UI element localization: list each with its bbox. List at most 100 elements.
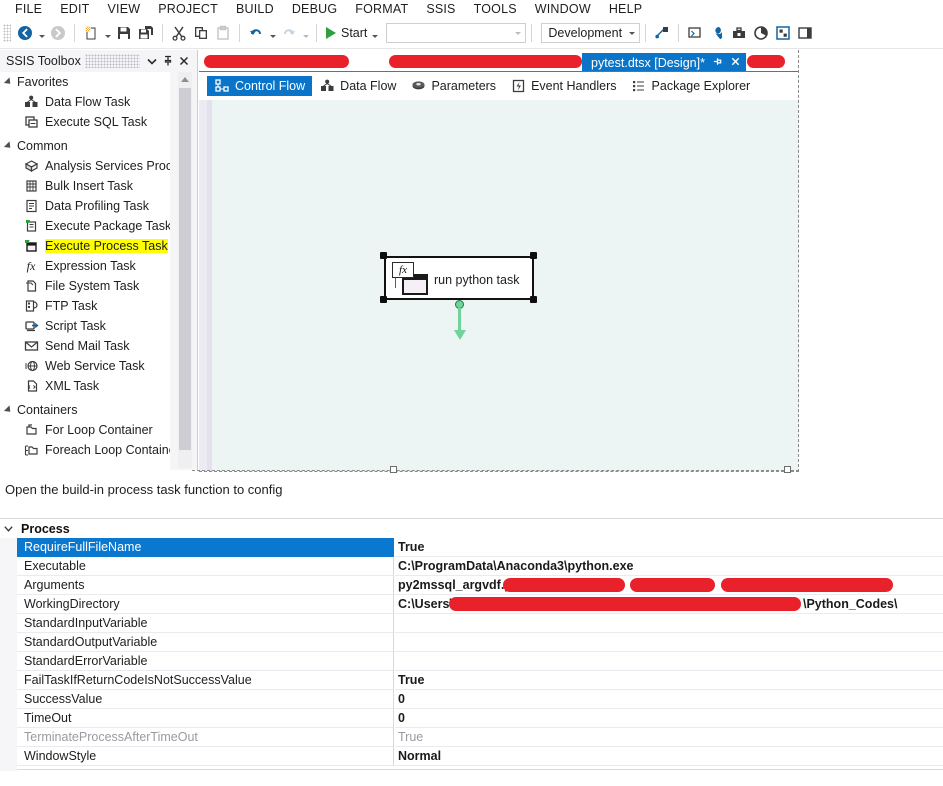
menu-item-format[interactable]: FORMAT (346, 0, 417, 18)
layout-icon[interactable] (772, 22, 794, 44)
resize-handle[interactable] (380, 252, 387, 259)
table-row[interactable]: WindowStyle Normal (0, 747, 943, 766)
tab-control-flow[interactable]: Control Flow (207, 76, 313, 96)
tab-parameters[interactable]: Parameters (403, 76, 503, 96)
splitter-handle[interactable] (390, 466, 397, 473)
toolbar-grip[interactable] (3, 24, 11, 42)
toolbox-item-foreach-loop-container[interactable]: Foreach Loop Container (0, 440, 170, 460)
resize-handle[interactable] (380, 296, 387, 303)
tab-data-flow[interactable]: Data Flow (312, 76, 403, 96)
menu-item-edit[interactable]: EDIT (51, 0, 98, 18)
toolbox-item-execute-sql-task[interactable]: Execute SQL Task (0, 112, 170, 132)
attach-icon[interactable] (651, 22, 673, 44)
menu-item-view[interactable]: VIEW (98, 0, 149, 18)
property-value[interactable] (395, 652, 943, 671)
column-divider[interactable] (393, 709, 394, 728)
menu-item-debug[interactable]: DEBUG (283, 0, 346, 18)
chevron-down-icon[interactable] (0, 523, 17, 534)
menu-item-file[interactable]: FILE (6, 0, 51, 18)
toolbox-item-ftp-task[interactable]: FTP Task (0, 296, 170, 316)
properties-category-header[interactable]: Process (0, 519, 943, 538)
toolbox-item-execute-process-task[interactable]: Execute Process Task (0, 236, 170, 256)
navigate-back-dropdown-icon[interactable] (36, 22, 47, 44)
toolbox-item-execute-package-task[interactable]: Execute Package Task (0, 216, 170, 236)
property-value[interactable]: True (395, 671, 943, 690)
toolbox-item-send-mail-task[interactable]: Send Mail Task (0, 336, 170, 356)
toolbox-group-common[interactable]: Common (0, 136, 170, 156)
table-row[interactable]: StandardInputVariable (0, 614, 943, 633)
pin-icon[interactable] (160, 53, 176, 69)
table-row[interactable]: TerminateProcessAfterTimeOut True (0, 728, 943, 747)
redo-icon[interactable] (278, 22, 300, 44)
menu-item-ssis[interactable]: SSIS (417, 0, 464, 18)
property-value[interactable]: True (395, 538, 943, 557)
table-row[interactable]: Arguments py2mssql_argvdf.py (0, 576, 943, 595)
navigate-back-icon[interactable] (14, 22, 36, 44)
wrench-icon[interactable] (706, 22, 728, 44)
navigate-forward-icon[interactable] (47, 22, 69, 44)
redo-dropdown-icon[interactable] (300, 22, 311, 44)
document-tab-active[interactable]: pytest.dtsx [Design]* (582, 53, 746, 72)
column-divider[interactable] (393, 614, 394, 633)
column-divider[interactable] (393, 633, 394, 652)
property-value[interactable]: Normal (395, 747, 943, 766)
column-divider[interactable] (393, 690, 394, 709)
save-icon[interactable] (113, 22, 135, 44)
table-row[interactable]: SuccessValue 0 (0, 690, 943, 709)
scroll-up-arrow-icon[interactable] (178, 72, 192, 86)
toolbox-group-containers[interactable]: Containers (0, 400, 170, 420)
table-row[interactable]: StandardErrorVariable (0, 652, 943, 671)
table-row[interactable]: RequireFullFileName True (0, 538, 943, 557)
table-row[interactable]: TimeOut 0 (0, 709, 943, 728)
undo-dropdown-icon[interactable] (267, 22, 278, 44)
property-value[interactable]: 0 (395, 709, 943, 728)
table-row[interactable]: FailTaskIfReturnCodeIsNotSuccessValue Tr… (0, 671, 943, 690)
toolbox-item-data-flow-task[interactable]: Data Flow Task (0, 92, 170, 112)
paste-icon[interactable] (212, 22, 234, 44)
column-divider[interactable] (393, 576, 394, 595)
tab-package-explorer[interactable]: Package Explorer (624, 76, 758, 96)
pin-icon[interactable] (712, 56, 723, 69)
tab-event-handlers[interactable]: Event Handlers (503, 76, 623, 96)
task-box[interactable]: fx run python task (384, 256, 534, 300)
property-value[interactable] (395, 633, 943, 652)
menu-item-window[interactable]: WINDOW (526, 0, 600, 18)
toolbox-item-xml-task[interactable]: XML Task (0, 376, 170, 396)
properties-grid[interactable]: Process RequireFullFileName True Executa… (0, 518, 943, 771)
toolbox-item-bulk-insert-task[interactable]: Bulk Insert Task (0, 176, 170, 196)
menu-item-project[interactable]: PROJECT (149, 0, 227, 18)
close-icon[interactable] (730, 56, 741, 69)
toolbox-item-analysis-services-task[interactable]: Analysis Services Proces... (0, 156, 170, 176)
toolbox-item-web-service-task[interactable]: Web Service Task (0, 356, 170, 376)
save-all-icon[interactable] (135, 22, 157, 44)
column-divider[interactable] (393, 747, 394, 766)
toolbox-scrollbar[interactable] (178, 72, 192, 468)
property-value[interactable]: C:\ProgramData\Anaconda3\python.exe (395, 557, 943, 576)
new-item-icon[interactable] (80, 22, 102, 44)
canvas-background[interactable]: fx run python task (212, 100, 798, 471)
table-row[interactable]: Executable C:\ProgramData\Anaconda3\pyth… (0, 557, 943, 576)
new-item-dropdown-icon[interactable] (102, 22, 113, 44)
toolbox-item-script-task[interactable]: Script Task (0, 316, 170, 336)
property-value[interactable] (395, 614, 943, 633)
toolbox-item-for-loop-container[interactable]: For Loop Container (0, 420, 170, 440)
toolbox-item-file-system-task[interactable]: File System Task (0, 276, 170, 296)
column-divider[interactable] (393, 538, 394, 557)
close-icon[interactable] (176, 53, 192, 69)
column-divider[interactable] (393, 671, 394, 690)
table-row[interactable]: WorkingDirectory C:\Users\ \Python_Codes… (0, 595, 943, 614)
undo-icon[interactable] (245, 22, 267, 44)
column-divider[interactable] (393, 557, 394, 576)
column-divider[interactable] (393, 595, 394, 614)
column-divider[interactable] (393, 652, 394, 671)
toolbox-item-expression-task[interactable]: fx Expression Task (0, 256, 170, 276)
table-row[interactable]: StandardOutputVariable (0, 633, 943, 652)
toolbox-icon[interactable] (728, 22, 750, 44)
start-dropdown-icon[interactable] (369, 22, 380, 44)
configuration-combo[interactable]: Development (541, 23, 641, 43)
cut-icon[interactable] (168, 22, 190, 44)
resize-handle[interactable] (530, 252, 537, 259)
scrollbar-thumb[interactable] (179, 88, 191, 450)
target-combo[interactable] (386, 23, 527, 43)
toolbox-drag-dots[interactable] (84, 54, 140, 68)
